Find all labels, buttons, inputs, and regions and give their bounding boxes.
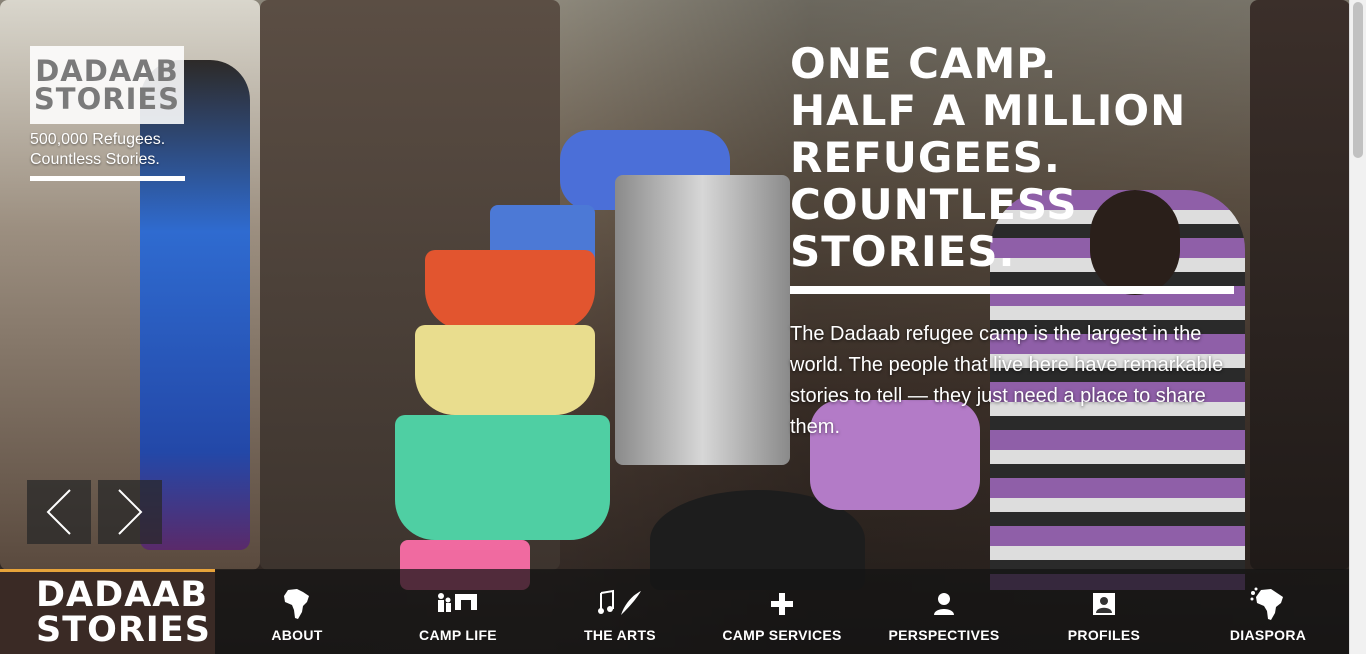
nav-logo-line1: DADAAB <box>36 575 209 615</box>
main-nav: DADAAB STORIES ABOUT CAMP LIFE THE ARTS … <box>0 569 1350 654</box>
family-shelter-icon <box>438 593 477 612</box>
logo-tagline: 500,000 Refugees. Countless Stories. <box>30 130 190 170</box>
nav-label: ABOUT <box>271 627 323 643</box>
page-scrollbar[interactable] <box>1349 0 1366 654</box>
tagline-line2: Countless Stories. <box>30 151 160 168</box>
hero-intro: The Dadaab refugee camp is the largest i… <box>790 323 1224 438</box>
scene-right-wall <box>1250 0 1350 570</box>
logo-box: DADAAB STORIES <box>30 46 184 124</box>
nav-label: DIASPORA <box>1229 627 1307 643</box>
logo-line1: DADAAB <box>35 54 179 88</box>
headline-line: REFUGEES. <box>790 133 1061 182</box>
headline-line: COUNTLESS <box>790 180 1078 229</box>
slider-prev-button[interactable] <box>27 480 91 544</box>
headline-line: STORIES. <box>790 227 1016 276</box>
nav-item-camp-services[interactable]: CAMP SERVICES <box>720 569 844 654</box>
headline-divider <box>790 286 1234 294</box>
headline-line: HALF A MILLION <box>790 86 1187 135</box>
nav-item-profiles[interactable]: PROFILES <box>1066 569 1142 654</box>
logo-line2: STORIES <box>33 82 181 116</box>
site-logo[interactable]: DADAAB STORIES 500,000 Refugees. Countle… <box>30 46 190 181</box>
chevron-right-icon <box>118 489 143 535</box>
hero-headline: ONE CAMP. HALF A MILLION REFUGEES. COUNT… <box>790 40 1240 275</box>
plus-icon <box>771 593 793 615</box>
nav-item-perspectives[interactable]: PERSPECTIVES <box>888 569 1000 654</box>
scrollbar-thumb[interactable] <box>1353 2 1363 158</box>
logo-underline <box>30 176 185 181</box>
nav-item-diaspora[interactable]: DIASPORA <box>1226 569 1310 654</box>
nav-item-camp-life[interactable]: CAMP LIFE <box>410 569 506 654</box>
tagline-line1: 500,000 Refugees. <box>30 131 166 148</box>
nav-label: CAMP SERVICES <box>722 627 842 643</box>
nav-logo[interactable]: DADAAB STORIES <box>0 569 215 654</box>
nav-label: THE ARTS <box>584 627 656 643</box>
scene-green-basin <box>395 415 610 540</box>
nav-logo-line2: STORIES <box>36 610 211 650</box>
music-quill-icon <box>598 589 641 615</box>
nav-label: PROFILES <box>1067 627 1141 643</box>
nav-item-about[interactable]: ABOUT <box>262 569 332 654</box>
nav-item-the-arts[interactable]: THE ARTS <box>580 569 660 654</box>
nav-label: CAMP LIFE <box>419 627 497 643</box>
scene-yellow-bowl <box>415 325 595 415</box>
africa-icon <box>284 589 309 619</box>
africa-dispersal-icon <box>1250 587 1283 620</box>
nav-label: PERSPECTIVES <box>888 627 1000 643</box>
chevron-left-icon <box>46 489 71 535</box>
person-icon <box>934 593 954 615</box>
headline-line: ONE CAMP. <box>790 39 1058 88</box>
profile-card-icon <box>1093 593 1115 615</box>
slider-next-button[interactable] <box>98 480 162 544</box>
scene-pots <box>615 175 790 465</box>
scene-red-bowl <box>425 250 595 330</box>
